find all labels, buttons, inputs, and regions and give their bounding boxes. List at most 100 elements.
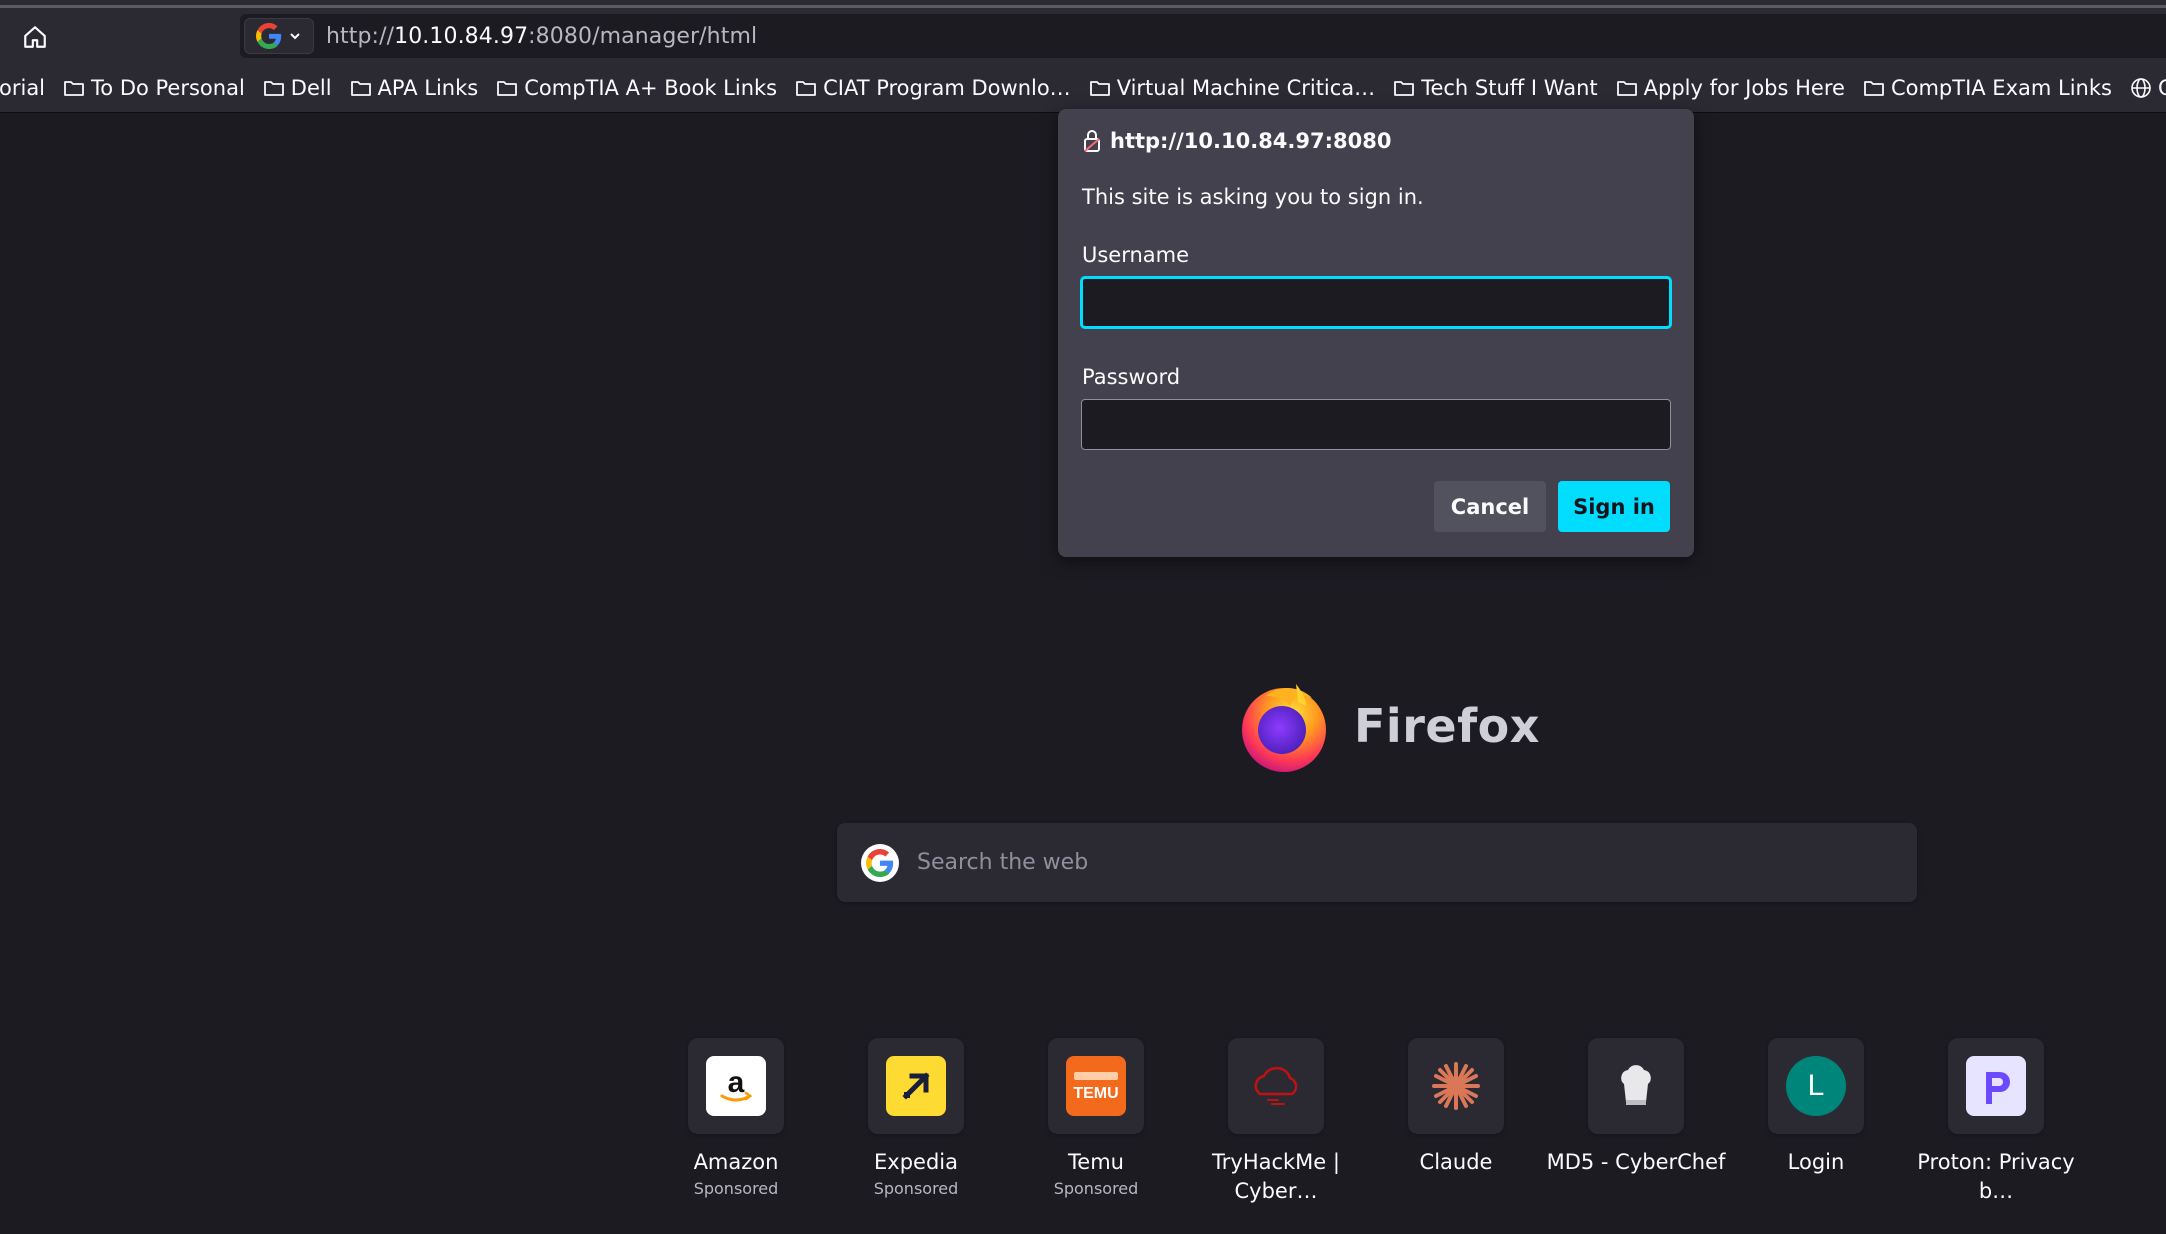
chevron-down-icon — [290, 33, 300, 40]
bookmark-label: orial — [0, 75, 46, 100]
top-site-tile[interactable]: TryHackMe | Cyber… — [1186, 1038, 1366, 1206]
dialog-message: This site is asking you to sign in. — [1082, 185, 1424, 209]
home-icon — [24, 26, 46, 48]
bookmark-label: CompTIA Exam Links — [1890, 75, 2112, 100]
globe-icon — [2130, 77, 2152, 99]
url-text[interactable]: http://10.10.84.97:8080/manager/html — [326, 24, 757, 49]
sponsored-label: Sponsored — [1053, 1179, 1139, 1198]
bookmark-item[interactable]: To Do Personal — [55, 70, 255, 106]
proton-icon — [1966, 1056, 2026, 1116]
bookmark-label: APA Links — [377, 75, 479, 100]
top-site-icon-box: TEMU — [1048, 1038, 1144, 1134]
password-field[interactable] — [1081, 399, 1671, 450]
bookmark-item[interactable]: orial — [0, 70, 55, 106]
firefox-icon — [1242, 684, 1326, 772]
folder-icon — [496, 78, 518, 98]
url-host: 10.10.84.97 — [394, 23, 529, 49]
top-site-title: MD5 - CyberChef — [1546, 1150, 1726, 1174]
tryhackme-icon — [1246, 1056, 1306, 1116]
username-field[interactable] — [1081, 277, 1671, 328]
top-site-title: Temu — [1068, 1150, 1124, 1174]
top-site-title: Expedia — [874, 1150, 958, 1174]
top-site-title: TryHackMe | Cyber… — [1212, 1150, 1340, 1203]
bookmark-label: Dell — [290, 75, 332, 100]
top-site-tile[interactable]: L Login — [1726, 1038, 1906, 1177]
top-site-icon-box — [1228, 1038, 1324, 1134]
top-site-icon-box — [868, 1038, 964, 1134]
top-site-icon-box: L — [1768, 1038, 1864, 1134]
url-prefix: http:// — [326, 23, 395, 49]
google-icon — [861, 843, 899, 882]
window-top-strip — [0, 0, 2166, 8]
sponsored-label: Sponsored — [693, 1179, 779, 1198]
google-icon — [256, 23, 282, 49]
http-auth-dialog: http://10.10.84.97:8080 This site is ask… — [1058, 109, 1694, 557]
top-site-icon-box — [1948, 1038, 2044, 1134]
bookmark-label: CSAC - S — [2158, 76, 2166, 100]
bookmarks-toolbar: orial To Do Personal Dell APA Links CompTIA … — [0, 63, 2166, 113]
top-site-icon-box — [1408, 1038, 1504, 1134]
amazon-icon: a — [706, 1056, 766, 1116]
folder-icon — [795, 78, 817, 98]
svg-text:TEMU: TEMU — [1073, 1085, 1118, 1102]
home-button[interactable] — [14, 18, 56, 56]
claude-icon — [1426, 1056, 1486, 1116]
dialog-origin-text: http://10.10.84.97:8080 — [1110, 129, 1392, 153]
svg-text:a: a — [728, 1066, 745, 1099]
bookmark-label: Apply for Jobs Here — [1643, 75, 1845, 100]
username-label: Username — [1082, 243, 1190, 267]
sponsored-label: Sponsored — [873, 1179, 959, 1198]
firefox-wordmark: Firefox — [1354, 699, 1540, 753]
top-site-title: Proton: Privacy b… — [1917, 1150, 2075, 1203]
top-site-tile[interactable]: TEMU Temu Sponsored — [1006, 1038, 1186, 1198]
folder-icon — [1863, 78, 1885, 98]
folder-icon — [1089, 78, 1111, 98]
top-site-title: Amazon — [693, 1150, 779, 1174]
lock-warning-icon — [1084, 130, 1100, 152]
bookmark-label: CompTIA A+ Book Links — [524, 75, 778, 100]
top-site-title: Login — [1787, 1150, 1845, 1174]
search-engine-button[interactable] — [244, 18, 314, 54]
folder-icon — [350, 78, 372, 98]
top-sites: a Amazon Sponsored Expedia Sponsored TEMU Temu… — [688, 1038, 2128, 1234]
login-letter: L — [1807, 1069, 1825, 1102]
top-site-tile[interactable]: Proton: Privacy b… — [1906, 1038, 2086, 1206]
folder-icon — [1393, 78, 1415, 98]
bookmark-item[interactable]: CIAT Program Downlo… — [787, 70, 1081, 106]
top-site-icon-box — [1588, 1038, 1684, 1134]
bookmark-label: CIAT Program Downlo… — [823, 75, 1071, 100]
login-icon: L — [1786, 1056, 1846, 1116]
bookmark-item[interactable]: APA Links — [342, 70, 489, 106]
cyberchef-icon — [1606, 1056, 1666, 1116]
bookmark-item[interactable]: CompTIA Exam Links — [1855, 70, 2122, 106]
bookmark-item[interactable]: Apply for Jobs Here — [1608, 70, 1855, 106]
bookmark-label: Virtual Machine Critica… — [1116, 75, 1376, 100]
bookmark-item[interactable]: CompTIA A+ Book Links — [488, 70, 787, 106]
top-site-tile[interactable]: Claude — [1366, 1038, 1546, 1177]
url-path: :8080/manager/html — [528, 23, 758, 49]
top-site-icon-box: a — [688, 1038, 784, 1134]
temu-icon: TEMU — [1066, 1056, 1126, 1116]
bookmark-item[interactable]: CSAC - S — [2122, 70, 2166, 106]
folder-icon — [63, 78, 85, 98]
top-site-tile[interactable]: a Amazon Sponsored — [646, 1038, 826, 1198]
cancel-button[interactable]: Cancel — [1434, 481, 1546, 532]
bookmark-item[interactable]: Virtual Machine Critica… — [1081, 70, 1386, 106]
bookmark-label: To Do Personal — [91, 75, 245, 100]
firefox-logo: Firefox — [1236, 678, 1540, 774]
top-site-tile[interactable]: MD5 - CyberChef — [1546, 1038, 1726, 1177]
address-bar[interactable]: http://10.10.84.97:8080/manager/html — [240, 14, 2166, 58]
folder-icon — [263, 78, 285, 98]
top-site-tile[interactable]: Expedia Sponsored — [826, 1038, 1006, 1198]
expedia-icon — [886, 1056, 946, 1116]
folder-icon — [1616, 78, 1638, 98]
sign-in-button[interactable]: Sign in — [1558, 481, 1670, 532]
dialog-origin: http://10.10.84.97:8080 — [1082, 129, 1391, 153]
newtab-search-box[interactable]: Search the web — [837, 823, 1917, 902]
bookmark-item[interactable]: Dell — [255, 70, 342, 106]
password-label: Password — [1082, 365, 1181, 389]
bookmark-item[interactable]: Tech Stuff I Want — [1385, 70, 1607, 106]
search-placeholder: Search the web — [917, 850, 1089, 875]
top-site-title: Claude — [1419, 1150, 1493, 1174]
nav-toolbar: http://10.10.84.97:8080/manager/html — [0, 8, 2166, 63]
